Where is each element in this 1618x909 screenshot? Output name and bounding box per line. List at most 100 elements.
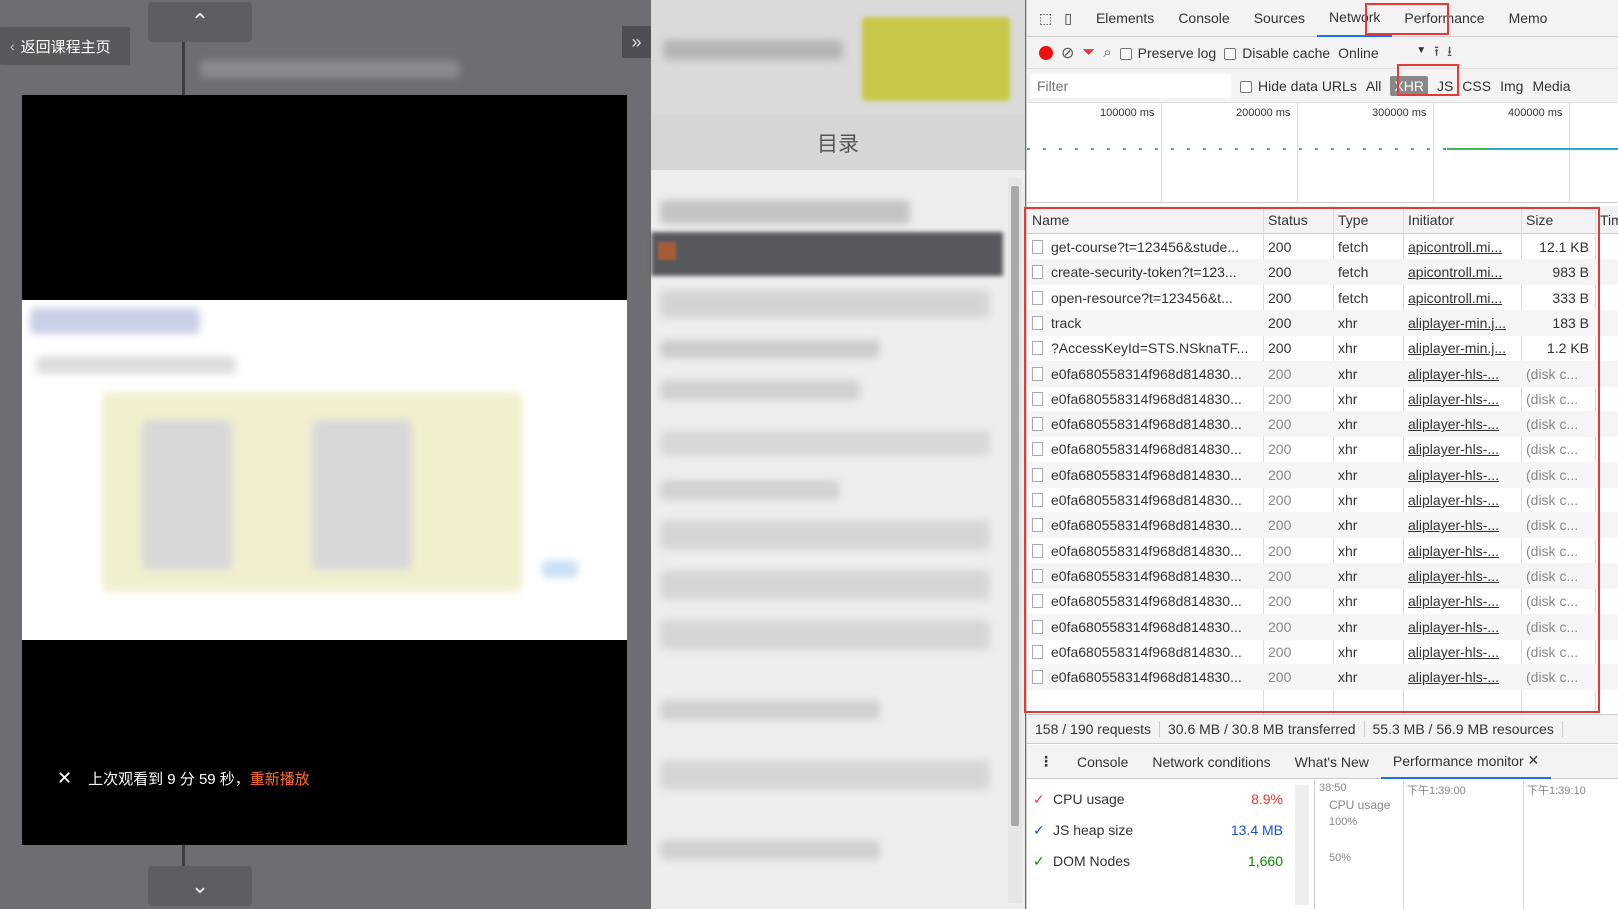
chevron-down-icon: ⌄ xyxy=(190,873,210,898)
devtools-tab-bar: ⬚ ▯ Elements Console Sources Network Per… xyxy=(1027,0,1618,37)
catalog-scrollbar[interactable] xyxy=(1008,178,1022,903)
caret-down-icon: ▼ xyxy=(1416,44,1427,56)
tab-sources[interactable]: Sources xyxy=(1242,0,1317,37)
clear-icon[interactable]: ⊘ xyxy=(1061,43,1074,63)
catalog-item[interactable] xyxy=(660,700,880,720)
metrics-scrollbar[interactable] xyxy=(1295,785,1309,905)
catalog-item-active[interactable] xyxy=(651,232,1003,276)
drawer-tab-whats-new[interactable]: What's New xyxy=(1283,754,1381,770)
timeline-tick: 400000 ms xyxy=(1508,107,1563,119)
drawer-tab-performance-monitor[interactable]: Performance monitor ✕ xyxy=(1380,745,1552,779)
prev-arrow-button[interactable]: ⌃ xyxy=(148,2,252,42)
graph-scale: 50% xyxy=(1329,852,1352,864)
performance-graph: 38:50 下午1:39:00 下午1:39:10 CPU usage 100%… xyxy=(1314,780,1618,909)
transferred-size: 30.6 MB / 30.8 MB transferred xyxy=(1160,721,1365,737)
catalog-item[interactable] xyxy=(660,570,990,600)
filter-input[interactable] xyxy=(1031,73,1231,98)
catalog-item[interactable] xyxy=(660,340,880,358)
throttle-select[interactable]: Online ▼ xyxy=(1338,45,1426,61)
catalog-item[interactable] xyxy=(660,200,910,224)
tab-memory[interactable]: Memo xyxy=(1497,0,1560,37)
graph-scale: 100% xyxy=(1329,816,1358,828)
type-all[interactable]: All xyxy=(1366,78,1382,94)
metric-name: JS heap size xyxy=(1053,822,1134,838)
metric-name: DOM Nodes xyxy=(1053,853,1131,869)
playing-icon xyxy=(658,242,676,260)
metric-row[interactable]: ✓ DOM Nodes 1,660 xyxy=(1033,848,1283,874)
filter-icon[interactable]: ⏷ xyxy=(1082,44,1095,62)
catalog-item[interactable] xyxy=(660,760,990,790)
check-icon[interactable]: ✓ xyxy=(1033,853,1053,870)
graph-time: 下午1:39:00 xyxy=(1407,785,1466,797)
timeline-tick: 300000 ms xyxy=(1372,107,1427,119)
timeline-tick: 200000 ms xyxy=(1236,107,1291,119)
graph-label: CPU usage xyxy=(1329,798,1391,812)
highlight-xhr-filter xyxy=(1397,64,1459,96)
check-icon[interactable]: ✓ xyxy=(1033,822,1053,839)
replay-link[interactable]: 重新播放 xyxy=(250,771,310,788)
catalog-item[interactable] xyxy=(660,480,840,500)
network-toolbar: ⊘ ⏷ ⌕ Preserve log Disable cache Online ▼… xyxy=(1027,37,1618,69)
course-thumbnail xyxy=(862,17,1010,101)
graph-time: 下午1:39:10 xyxy=(1527,785,1586,797)
filter-bar: Hide data URLs All XHR JS CSS Img Media xyxy=(1027,69,1618,103)
network-summary-bar: 158 / 190 requests 30.6 MB / 30.8 MB tra… xyxy=(1027,714,1618,744)
disable-cache-checkbox[interactable]: Disable cache xyxy=(1224,45,1330,61)
video-slide-content xyxy=(22,300,627,640)
type-css[interactable]: CSS xyxy=(1462,78,1491,94)
timeline-tick: 100000 ms xyxy=(1100,107,1155,119)
metric-row[interactable]: ✓ JS heap size 13.4 MB xyxy=(1033,817,1283,843)
chevron-left-icon: ‹ xyxy=(10,38,15,54)
search-icon[interactable]: ⌕ xyxy=(1103,44,1111,61)
highlight-request-table xyxy=(1024,207,1600,713)
inspect-icon[interactable]: ⬚ xyxy=(1027,0,1064,37)
type-img[interactable]: Img xyxy=(1500,78,1523,94)
drawer-tab-console[interactable]: Console xyxy=(1065,754,1140,770)
connector-line xyxy=(182,845,185,866)
drawer-menu-icon[interactable]: ⋮ xyxy=(1027,753,1065,770)
collapse-panel-button[interactable]: » xyxy=(622,26,651,58)
metric-value: 1,660 xyxy=(1247,853,1283,869)
tab-elements[interactable]: Elements xyxy=(1084,0,1166,37)
check-icon[interactable]: ✓ xyxy=(1033,791,1053,808)
network-overview-timeline[interactable]: 100000 ms 200000 ms 300000 ms 400000 ms xyxy=(1027,103,1618,203)
catalog-title: 目录 xyxy=(651,115,1025,170)
drawer-tab-bar: ⋮ Console Network conditions What's New … xyxy=(1027,745,1618,779)
next-arrow-button[interactable]: ⌄ xyxy=(148,866,252,906)
close-icon[interactable]: ✕ xyxy=(1528,752,1540,769)
devtools-panel: ⬚ ▯ Elements Console Sources Network Per… xyxy=(1024,0,1618,909)
resume-notice: ✕ 上次观看到 9 分 59 秒，重新播放 xyxy=(57,768,310,789)
type-media[interactable]: Media xyxy=(1532,78,1570,94)
export-icon[interactable]: ⭳ xyxy=(1447,41,1452,65)
connector-line xyxy=(182,42,185,95)
scrollbar-thumb[interactable] xyxy=(1011,186,1019,826)
catalog-item[interactable] xyxy=(660,380,860,400)
hide-data-urls-checkbox[interactable]: Hide data URLs xyxy=(1240,78,1357,94)
catalog-item[interactable] xyxy=(660,290,990,318)
lesson-title-blurred xyxy=(200,60,460,78)
catalog-item[interactable] xyxy=(660,520,990,550)
device-toggle-icon[interactable]: ▯ xyxy=(1064,0,1084,37)
resources-size: 55.3 MB / 56.9 MB resources xyxy=(1365,721,1563,737)
request-count: 158 / 190 requests xyxy=(1027,721,1160,737)
metric-row[interactable]: ✓ CPU usage 8.9% xyxy=(1033,786,1283,812)
import-icon[interactable]: ⭱ xyxy=(1434,41,1439,65)
resume-text: 上次观看到 9 分 59 秒， xyxy=(88,771,250,788)
catalog-item[interactable] xyxy=(660,430,990,456)
graph-time: 38:50 xyxy=(1319,782,1347,794)
metric-value: 8.9% xyxy=(1251,791,1283,807)
catalog-item[interactable] xyxy=(660,840,880,860)
drawer-tab-network-conditions[interactable]: Network conditions xyxy=(1140,754,1282,770)
highlight-network-tab xyxy=(1365,3,1449,35)
preserve-log-checkbox[interactable]: Preserve log xyxy=(1119,45,1216,61)
close-icon[interactable]: ✕ xyxy=(57,768,72,789)
double-chevron-right-icon: » xyxy=(631,31,642,52)
chevron-up-icon: ⌃ xyxy=(190,9,210,34)
back-to-course-button[interactable]: ‹ 返回课程主页 xyxy=(0,27,130,65)
back-label: 返回课程主页 xyxy=(20,38,111,56)
metric-name: CPU usage xyxy=(1053,791,1125,807)
record-icon[interactable] xyxy=(1039,45,1053,60)
tab-console[interactable]: Console xyxy=(1166,0,1241,37)
catalog-item[interactable] xyxy=(660,620,990,650)
metric-value: 13.4 MB xyxy=(1230,822,1283,838)
